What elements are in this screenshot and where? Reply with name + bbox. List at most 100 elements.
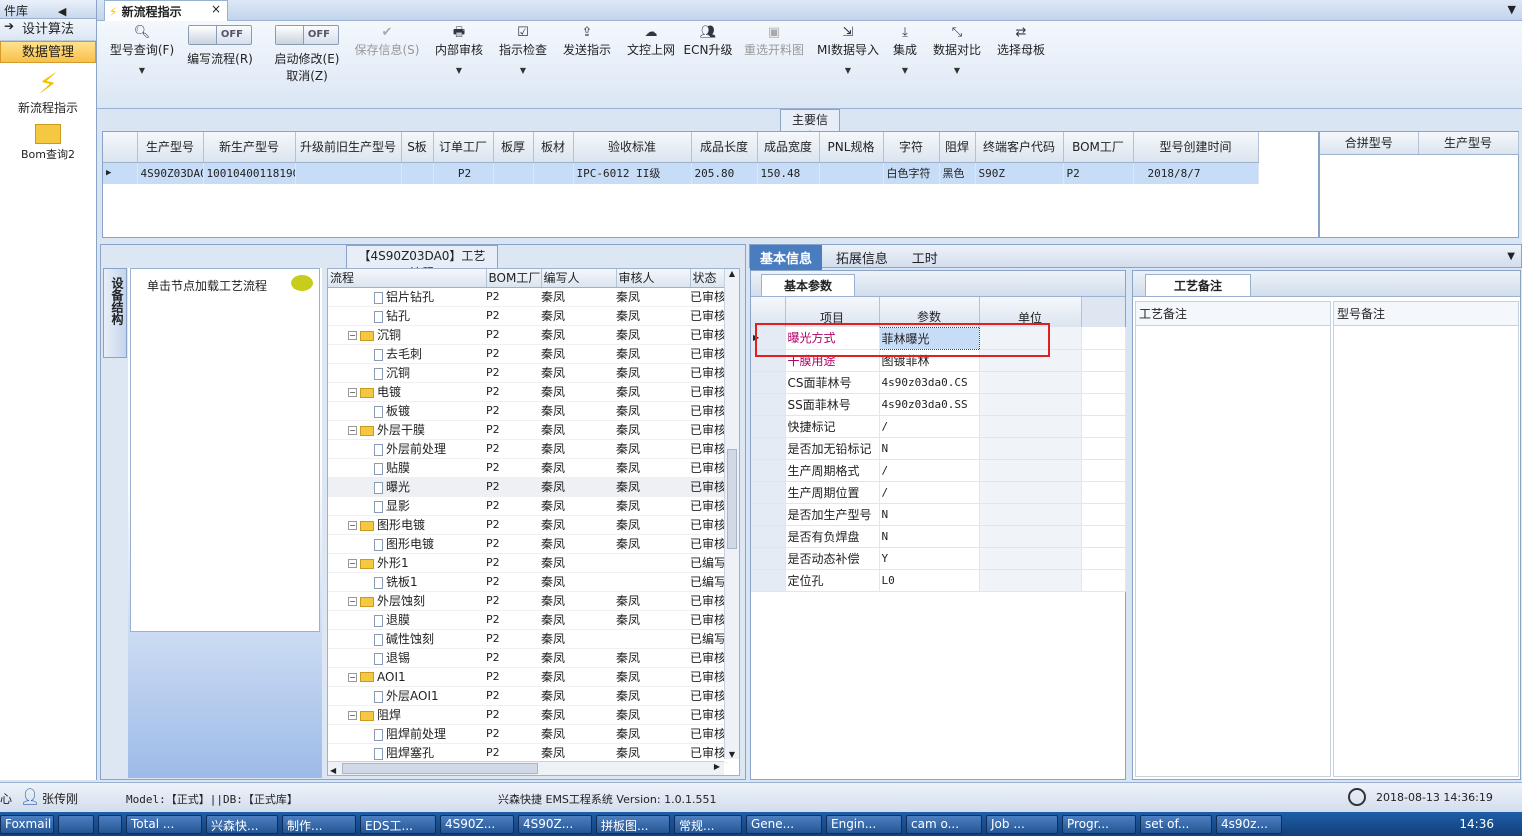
cell[interactable]: 秦凤 — [616, 325, 690, 345]
taskbar-item[interactable]: EDS工... — [360, 815, 436, 834]
cell[interactable]: P2 — [486, 306, 541, 326]
tree-row[interactable]: 外层前处理 P2 秦凤 秦凤 已审核 — [328, 439, 728, 459]
cell[interactable]: 10010400118190 — [203, 162, 296, 184]
taskbar-item[interactable]: 常规... — [674, 815, 742, 834]
tree-row[interactable]: 铣板1 P2 秦凤 已编写 — [328, 572, 728, 592]
cell[interactable]: 秦凤 — [541, 553, 616, 573]
cell[interactable] — [401, 162, 434, 184]
nav-design-algorithm[interactable]: 设计算法 — [0, 19, 96, 41]
tree-row[interactable]: − 沉铜 P2 秦凤 秦凤 已审核 — [328, 325, 728, 345]
collapse-icon[interactable]: − — [348, 597, 357, 606]
cell[interactable]: S90Z — [975, 162, 1064, 184]
cell[interactable]: P2 — [486, 667, 541, 687]
tab-menu-down-icon[interactable]: ▼ — [1508, 3, 1516, 16]
model-remarks-area[interactable]: 型号备注 — [1333, 301, 1519, 777]
table-row[interactable]: ▶ 4S90Z03DA0 10010400118190 P2 IPC-6012 … — [103, 162, 1259, 184]
cell[interactable]: P2 — [486, 724, 541, 744]
tree-row[interactable]: 板镀 P2 秦凤 秦凤 已审核 — [328, 401, 728, 421]
col-status[interactable]: 状态 — [690, 269, 729, 288]
taskbar-item[interactable]: 4S90Z... — [518, 815, 592, 834]
cell[interactable]: 白色字符 — [883, 162, 940, 184]
cell[interactable]: P2 — [486, 629, 541, 649]
tree-row[interactable]: 铝片钻孔 P2 秦凤 秦凤 已审核 — [328, 287, 728, 307]
cell[interactable]: 秦凤 — [616, 477, 690, 497]
tree-scrollbar-vertical[interactable]: ▲ ▼ — [724, 269, 739, 759]
param-item[interactable]: SS面菲林号 — [785, 393, 880, 416]
cell[interactable]: 秦凤 — [541, 724, 616, 744]
cell[interactable]: 秦凤 — [616, 515, 690, 535]
tree-row[interactable]: − 图形电镀 P2 秦凤 秦凤 已审核 — [328, 515, 728, 535]
cell[interactable]: 秦凤 — [541, 743, 616, 763]
cell[interactable]: 205.80 — [691, 162, 758, 184]
cell[interactable]: 秦凤 — [541, 477, 616, 497]
tree-row[interactable]: 阻焊前处理 P2 秦凤 秦凤 已审核 — [328, 724, 728, 744]
taskbar-item[interactable]: 4S90Z... — [440, 815, 514, 834]
taskbar-item[interactable]: Progr... — [1062, 815, 1136, 834]
cell[interactable]: 2018/8/7 — [1133, 162, 1259, 184]
cell[interactable]: 黑色 — [939, 162, 976, 184]
param-row[interactable]: 是否加无铅标记 N — [751, 437, 1126, 460]
tree-row[interactable]: − 外层蚀刻 P2 秦凤 秦凤 已审核 — [328, 591, 728, 611]
cell[interactable]: IPC-6012 II级 — [573, 162, 692, 184]
col-flow[interactable]: 流程 — [328, 269, 487, 288]
chevron-down-icon[interactable]: ▼ — [107, 66, 177, 75]
param-row[interactable]: 是否加生产型号 N — [751, 503, 1126, 526]
row-pointer[interactable]: ▶ — [103, 162, 138, 184]
param-unit[interactable] — [979, 415, 1082, 438]
col-auditor[interactable]: 审核人 — [616, 269, 691, 288]
cell[interactable]: 秦凤 — [541, 287, 616, 307]
tree-node[interactable]: 退膜 — [328, 610, 486, 630]
scroll-thumb-h[interactable] — [342, 763, 538, 774]
model-query-button[interactable]: 🔍︎ 型号查询(F) ▼ — [107, 25, 177, 75]
cell[interactable]: 秦凤 — [541, 534, 616, 554]
tree-row[interactable]: 钻孔 P2 秦凤 秦凤 已审核 — [328, 306, 728, 326]
cell[interactable]: 已审核 — [690, 515, 728, 535]
tree-node[interactable]: − 图形电镀 — [328, 515, 486, 535]
scroll-down-icon[interactable]: ▼ — [725, 750, 739, 759]
tree-node[interactable]: − 沉铜 — [328, 325, 486, 345]
scroll-left-icon[interactable]: ◀ — [328, 766, 336, 775]
cell[interactable]: 秦凤 — [616, 743, 690, 763]
taskbar-item[interactable]: Total ... — [126, 815, 202, 834]
collapse-icon[interactable]: − — [348, 521, 357, 530]
col-standard[interactable]: 验收标准 — [573, 132, 692, 163]
cell[interactable]: 秦凤 — [541, 667, 616, 687]
col-thickness[interactable]: 板厚 — [493, 132, 534, 163]
tree-row[interactable]: 外层AOI1 P2 秦凤 秦凤 已审核 — [328, 686, 728, 706]
side-tab-device-structure[interactable]: 设备结构 — [103, 268, 127, 358]
cell[interactable]: 秦凤 — [616, 705, 690, 725]
param-value[interactable]: / — [879, 481, 980, 504]
param-unit[interactable] — [979, 437, 1082, 460]
row-selector[interactable] — [751, 393, 786, 416]
cell[interactable]: P2 — [486, 344, 541, 364]
row-selector-header[interactable] — [103, 132, 138, 163]
cell[interactable]: 秦凤 — [541, 610, 616, 630]
param-unit[interactable] — [979, 569, 1082, 592]
cell[interactable]: P2 — [486, 610, 541, 630]
tree-node[interactable]: 退锡 — [328, 648, 486, 668]
tree-row[interactable]: − AOI1 P2 秦凤 秦凤 已审核 — [328, 667, 728, 687]
cell[interactable]: 秦凤 — [541, 686, 616, 706]
param-item[interactable]: 是否动态补偿 — [785, 547, 880, 570]
cancel-label[interactable]: 取消(Z) — [267, 67, 347, 84]
chevron-down-icon[interactable]: ▼ — [431, 66, 487, 75]
process-tree[interactable]: 流程 BOM工厂 编写人 审核人 状态 铝片钻孔 P2 秦凤 秦凤 已审核 钻孔 P2 秦凤秦… — [327, 268, 740, 776]
tree-row[interactable]: 图形电镀 P2 秦凤 秦凤 已审核 — [328, 534, 728, 554]
col-merged-model[interactable]: 合拼型号 — [1320, 132, 1419, 155]
cell[interactable]: 已审核 — [690, 534, 728, 554]
col-material[interactable]: 板材 — [533, 132, 574, 163]
nav-data-management[interactable]: 数据管理 — [0, 41, 96, 63]
cell[interactable]: P2 — [486, 515, 541, 535]
tree-node[interactable]: 图形电镀 — [328, 534, 486, 554]
cell[interactable]: 秦凤 — [541, 344, 616, 364]
param-value[interactable]: Y — [879, 547, 980, 570]
cell[interactable]: P2 — [486, 705, 541, 725]
param-row[interactable]: SS面菲林号 4s90z03da0.SS — [751, 393, 1126, 416]
cell[interactable]: 秦凤 — [541, 420, 616, 440]
tree-row[interactable]: 阻焊塞孔 P2 秦凤 秦凤 已审核 — [328, 743, 728, 763]
collapse-icon[interactable]: − — [348, 559, 357, 568]
collapse-icon[interactable]: − — [348, 426, 357, 435]
row-selector[interactable] — [751, 503, 786, 526]
cell[interactable]: 秦凤 — [616, 382, 690, 402]
cell[interactable]: 秦凤 — [616, 610, 690, 630]
